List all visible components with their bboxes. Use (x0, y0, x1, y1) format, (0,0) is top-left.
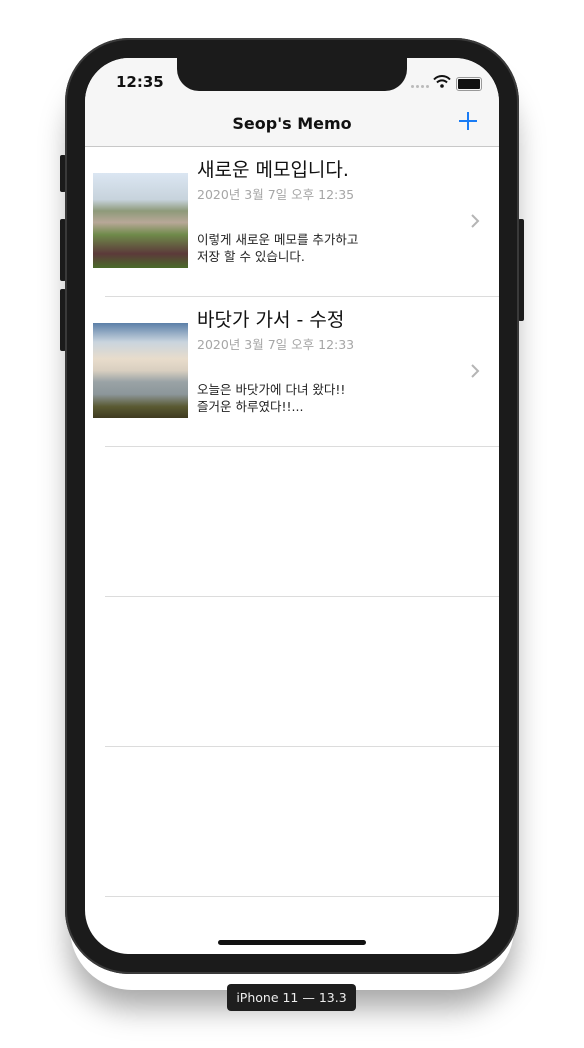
row-separator (105, 746, 499, 747)
memo-row[interactable]: 바닷가 가서 - 수정 2020년 3월 7일 오후 12:33 오늘은 바닷가… (85, 297, 499, 446)
memo-body-line: 오늘은 바닷가에 다녀 왔다!! (197, 382, 346, 397)
memo-body: 오늘은 바닷가에 다녀 왔다!! 즐거운 하루였다!!... (197, 381, 345, 415)
memo-body-line: 즐거운 하루였다!!... (197, 399, 304, 414)
row-separator (105, 446, 499, 447)
memo-date: 2020년 3월 7일 오후 12:33 (197, 337, 355, 352)
chevron-right-icon (471, 364, 480, 378)
memo-thumbnail (93, 173, 188, 268)
memo-date: 2020년 3월 7일 오후 12:35 (197, 187, 355, 202)
chevron-right-icon (471, 214, 480, 228)
memo-title: 새로운 메모입니다. (197, 159, 349, 181)
memo-body: 이렇게 새로운 메모를 추가하고 저장 할 수 있습니다. (197, 231, 358, 265)
battery-icon (456, 77, 482, 91)
add-memo-button[interactable] (457, 110, 479, 132)
wifi-icon (433, 75, 451, 88)
status-time: 12:35 (116, 73, 164, 91)
screen: 12:35 Seop's Memo 새로운 메모입니다. 2020년 3월 7일… (85, 58, 499, 954)
memo-title: 바닷가 가서 - 수정 (197, 309, 345, 331)
row-separator (105, 896, 499, 897)
row-separator (105, 596, 499, 597)
home-indicator[interactable] (218, 940, 366, 945)
memo-row[interactable]: 새로운 메모입니다. 2020년 3월 7일 오후 12:35 이렇게 새로운 … (85, 147, 499, 296)
memo-body-line: 이렇게 새로운 메모를 추가하고 (197, 232, 359, 247)
signal-icon (411, 85, 429, 88)
device-label: iPhone 11 — 13.3 (227, 984, 356, 1011)
notch (177, 58, 407, 91)
page-title: Seop's Memo (232, 114, 352, 133)
memo-body-line: 저장 할 수 있습니다. (197, 249, 305, 264)
memo-thumbnail (93, 323, 188, 418)
